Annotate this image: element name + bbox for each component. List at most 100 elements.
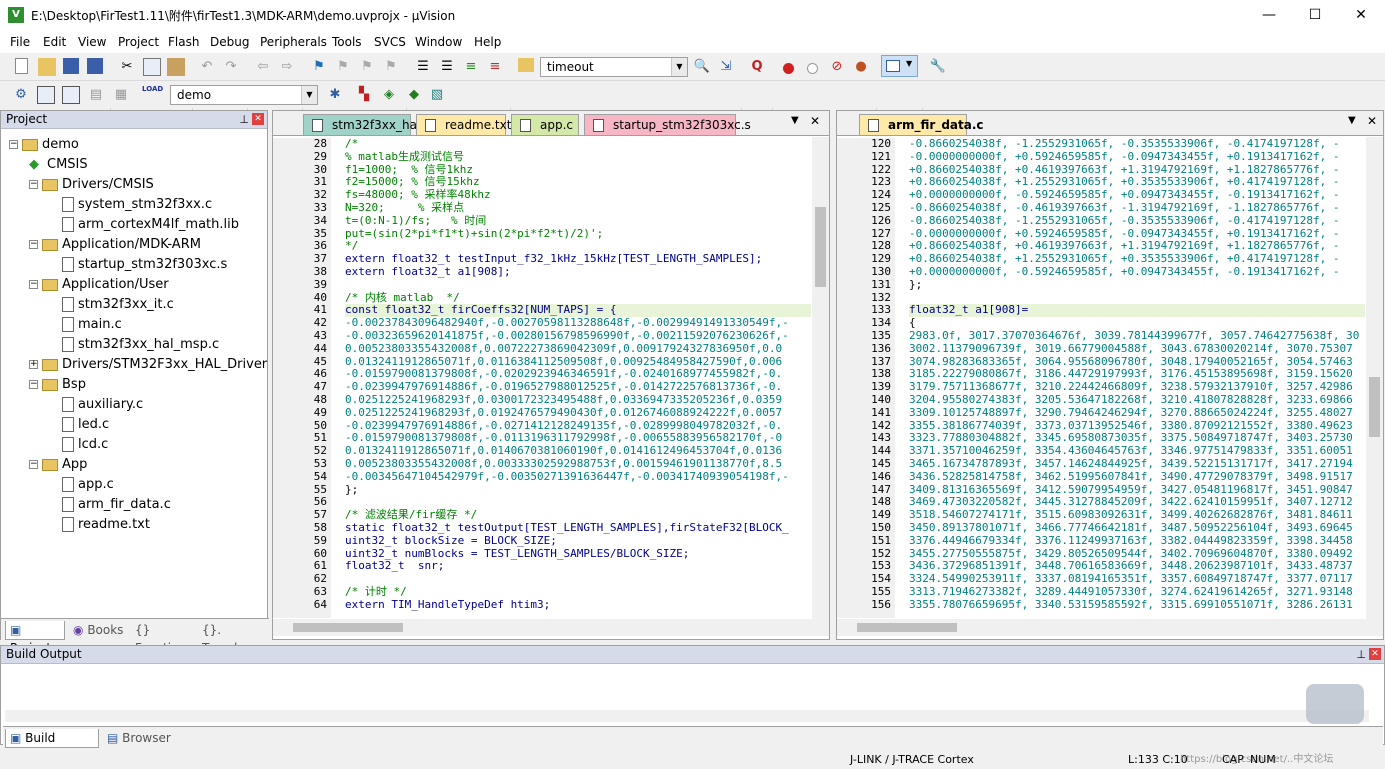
- translate-icon[interactable]: ⚙: [12, 86, 30, 104]
- tree-item[interactable]: − Bsp: [29, 375, 86, 395]
- bookmark-clear-icon[interactable]: ⚑: [382, 58, 400, 76]
- close-pane-icon[interactable]: ✕: [252, 113, 264, 125]
- tab-arm-fir-data-c[interactable]: arm_fir_data.c: [859, 114, 984, 135]
- tree-item[interactable]: ◆ CMSIS: [29, 155, 88, 175]
- find-icon[interactable]: 🔍: [693, 58, 711, 76]
- close-tab-icon[interactable]: ✕: [1367, 114, 1377, 128]
- undo-icon[interactable]: ↶: [198, 58, 216, 76]
- build-icon[interactable]: [37, 86, 55, 104]
- menu-peripherals[interactable]: Peripherals: [260, 35, 327, 49]
- tab-project[interactable]: ▣ Project: [5, 621, 65, 655]
- maximize-button[interactable]: ☐: [1292, 0, 1338, 31]
- copy-icon[interactable]: [143, 58, 161, 76]
- tree-item[interactable]: − Application/MDK-ARM: [29, 235, 201, 255]
- expander-icon[interactable]: −: [29, 240, 38, 249]
- menu-svcs[interactable]: SVCS: [374, 35, 406, 49]
- window-layout-button[interactable]: ▼: [881, 55, 918, 77]
- open-folder-icon[interactable]: [38, 58, 56, 76]
- save-icon[interactable]: [63, 58, 79, 74]
- close-tab-icon[interactable]: ✕: [810, 114, 820, 128]
- scrollbar-thumb[interactable]: [1369, 377, 1380, 437]
- bookmark-next-icon[interactable]: ⚑: [358, 58, 376, 76]
- incremental-find-icon[interactable]: ⇲: [717, 58, 735, 76]
- stop-build-icon[interactable]: ▦: [112, 86, 130, 104]
- horizontal-scrollbar[interactable]: [273, 619, 829, 636]
- pin-icon[interactable]: ⊥: [1356, 646, 1366, 663]
- paste-icon[interactable]: [167, 58, 185, 76]
- nav-back-icon[interactable]: ⇦: [254, 58, 272, 76]
- chevron-down-icon[interactable]: ▼: [301, 86, 317, 104]
- breakpoint-disable-all-icon[interactable]: ⊘: [828, 58, 846, 76]
- menu-view[interactable]: View: [78, 35, 106, 49]
- tab-browser[interactable]: ▤ Browser: [103, 729, 173, 748]
- debug-start-icon[interactable]: Q: [748, 58, 766, 76]
- menu-project[interactable]: Project: [118, 35, 159, 49]
- tree-item[interactable]: − Application/User: [29, 275, 169, 295]
- tab-list-icon[interactable]: ▼: [1348, 115, 1356, 126]
- scrollbar-thumb[interactable]: [857, 623, 957, 632]
- tree-item[interactable]: app.c: [62, 475, 114, 495]
- new-file-icon[interactable]: [15, 58, 28, 74]
- tab-functions[interactable]: {} Functi...: [131, 621, 195, 655]
- run-time-env-icon[interactable]: ◆: [405, 86, 423, 104]
- tree-item[interactable]: lcd.c: [62, 435, 108, 455]
- tree-item[interactable]: − demo: [9, 135, 79, 155]
- tree-item[interactable]: led.c: [62, 415, 109, 435]
- tree-item[interactable]: readme.txt: [62, 515, 150, 535]
- find-combo[interactable]: timeout ▼: [540, 57, 688, 77]
- select-packs-icon[interactable]: ◈: [380, 86, 398, 104]
- code-view[interactable]: /*% matlab生成测试信号 f1=1000; % 信号1khz f2=1500…: [345, 138, 811, 618]
- cut-icon[interactable]: ✂: [118, 58, 136, 76]
- tree-item[interactable]: stm32f3xx_hal_msp.c: [62, 335, 219, 355]
- comment-icon[interactable]: ≡: [462, 58, 480, 76]
- manage-components-icon[interactable]: ▚: [355, 86, 373, 104]
- tree-item[interactable]: + Drivers/STM32F3xx_HAL_Driver: [29, 355, 267, 375]
- build-output-hscroll[interactable]: [5, 710, 1369, 722]
- tree-item[interactable]: auxiliary.c: [62, 395, 143, 415]
- tab-templates[interactable]: {}. Templa...: [198, 621, 266, 655]
- menu-tools[interactable]: Tools: [332, 35, 362, 49]
- breakpoint-disable-icon[interactable]: [807, 63, 818, 74]
- tab-books[interactable]: ◉ Books: [69, 621, 127, 640]
- breakpoint-kill-all-icon[interactable]: ●: [852, 58, 870, 76]
- tree-item[interactable]: − Drivers/CMSIS: [29, 175, 154, 195]
- tree-item[interactable]: − App: [29, 455, 87, 475]
- unindent-icon[interactable]: ☰: [438, 58, 456, 76]
- expander-icon[interactable]: +: [29, 360, 38, 369]
- expander-icon[interactable]: −: [9, 140, 18, 149]
- close-button[interactable]: ✕: [1338, 0, 1384, 31]
- tab-build-output[interactable]: ▣ Build Output: [5, 729, 99, 763]
- close-pane-icon[interactable]: ✕: [1369, 648, 1381, 660]
- minimize-button[interactable]: —: [1246, 0, 1292, 31]
- bookmark-icon[interactable]: ⚑: [310, 58, 328, 76]
- scrollbar-thumb[interactable]: [293, 623, 403, 632]
- pin-icon[interactable]: ⊥: [239, 111, 249, 128]
- save-all-icon[interactable]: [87, 58, 103, 74]
- expander-icon[interactable]: −: [29, 460, 38, 469]
- chevron-down-icon[interactable]: ▼: [671, 58, 687, 76]
- tab-list-icon[interactable]: ▼: [791, 115, 799, 126]
- tab-app-c[interactable]: app.c: [511, 114, 579, 135]
- configure-icon[interactable]: 🔧: [929, 58, 947, 76]
- find-in-files-icon[interactable]: [518, 58, 534, 72]
- menu-window[interactable]: Window: [415, 35, 462, 49]
- tree-item[interactable]: system_stm32f3xx.c: [62, 195, 212, 215]
- tab-stm32f3xx-hal-c[interactable]: stm32f3xx_hal.c: [303, 114, 431, 135]
- vertical-scrollbar[interactable]: [812, 137, 829, 619]
- menu-debug[interactable]: Debug: [210, 35, 249, 49]
- tree-item[interactable]: startup_stm32f303xc.s: [62, 255, 227, 275]
- menu-file[interactable]: File: [10, 35, 30, 49]
- uncomment-icon[interactable]: ≡: [486, 58, 504, 76]
- bookmark-prev-icon[interactable]: ⚑: [334, 58, 352, 76]
- tab-readme-txt[interactable]: readme.txt: [416, 114, 511, 135]
- horizontal-scrollbar[interactable]: [837, 619, 1383, 636]
- menu-flash[interactable]: Flash: [168, 35, 199, 49]
- indent-icon[interactable]: ☰: [414, 58, 432, 76]
- tree-item[interactable]: arm_cortexM4lf_math.lib: [62, 215, 239, 235]
- expander-icon[interactable]: −: [29, 380, 38, 389]
- expander-icon[interactable]: −: [29, 180, 38, 189]
- vertical-scrollbar[interactable]: [1366, 137, 1383, 619]
- scrollbar-thumb[interactable]: [815, 207, 826, 287]
- rebuild-icon[interactable]: [62, 86, 80, 104]
- redo-icon[interactable]: ↷: [222, 58, 240, 76]
